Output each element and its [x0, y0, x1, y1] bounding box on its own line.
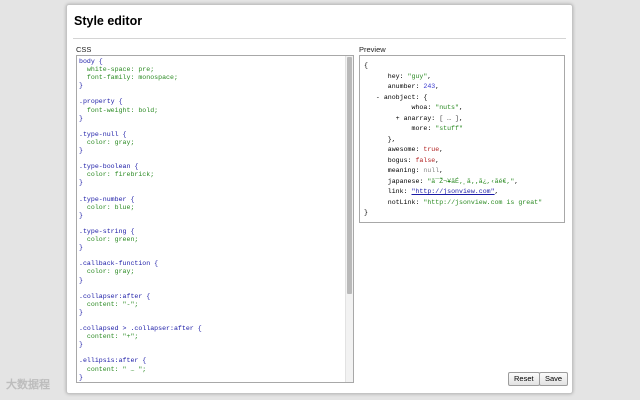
json-row-japanese: japanese: "ã¯Ž¬¥ãÉ‚¸ã‚‚ã¿,‹ãé€,", [387, 177, 519, 185]
string-value: "ã¯Ž¬¥ãÉ‚¸ã‚‚ã¿,‹ãé€," [427, 177, 515, 185]
css-code-line: } [79, 308, 83, 316]
property-key: awesome [387, 146, 416, 153]
null-value: null [423, 167, 440, 174]
css-code-line: .collapsed > .collapser:after { [79, 325, 202, 333]
link-value[interactable]: "http://jsonview.com" [412, 188, 495, 195]
reset-button[interactable]: Reset [508, 372, 540, 386]
json-close-brace: } [364, 209, 368, 216]
scrollbar-thumb[interactable] [347, 57, 352, 294]
css-code-line [79, 317, 345, 325]
css-label: CSS [76, 45, 92, 54]
css-code-line: .type-string { [79, 227, 135, 235]
css-code-line [79, 220, 345, 228]
json-row-anarray: + anarray: [ … ], [395, 114, 463, 122]
save-button[interactable]: Save [539, 372, 569, 386]
boolean-value: true [423, 146, 440, 153]
watermark-logo: 大数据程 [6, 379, 50, 391]
css-code-line: .type-null { [79, 130, 127, 138]
css-code-line: } [79, 276, 83, 284]
css-code-line: .type-number { [79, 195, 135, 203]
json-row-meaning: meaning: null, [387, 167, 444, 174]
collapser-plus[interactable]: + [396, 115, 400, 122]
style-editor-window: Style editor CSS Preview body { white-sp… [66, 4, 573, 394]
property-key: anumber [387, 83, 416, 90]
json-row-hey: hey: "guy", [387, 72, 432, 80]
json-row-anumber: anumber: 243, [387, 83, 440, 90]
css-code-line: .collapser:after { [79, 292, 151, 300]
css-code-line: } [79, 244, 83, 252]
property-key: anobject [383, 93, 416, 101]
title-divider [73, 38, 566, 39]
string-value: "http://jsonview.com is great" [423, 198, 543, 206]
css-code-line: } [79, 373, 83, 381]
css-code-line: .type-boolean { [79, 163, 139, 171]
css-code-line: font-family: monospace; [79, 74, 178, 82]
css-code-line: color: gray; [79, 268, 135, 276]
json-preview-content: { hey: "guy", anumber: 243, - anobject: … [364, 61, 542, 219]
css-code-line: color: green; [79, 236, 139, 244]
property-key: notLink [387, 198, 416, 206]
css-code-line: } [79, 179, 83, 187]
css-code-line: body { [79, 58, 103, 65]
css-code-line [79, 349, 345, 357]
css-code-line [79, 382, 345, 383]
css-code-line: color: firebrick; [79, 171, 155, 179]
string-value: "guy" [407, 72, 428, 80]
json-row-more: more: "stuff" [411, 125, 463, 132]
css-code-line: white-space: pre; [79, 66, 155, 74]
css-code-line: color: blue; [79, 203, 135, 211]
css-code-line [79, 123, 345, 131]
css-code-line: } [79, 341, 83, 349]
property-key: meaning [387, 167, 416, 174]
css-code-line: } [79, 82, 83, 90]
property-key: whoa [411, 104, 428, 111]
collapser-minus[interactable]: - [376, 94, 380, 101]
css-code-line: .ellipsis:after { [79, 357, 147, 365]
collapsed-array[interactable]: [ … ] [439, 115, 459, 122]
css-code-line [79, 285, 345, 293]
css-code-line: .property { [79, 98, 123, 106]
json-row-whoa: whoa: "nuts", [411, 104, 463, 111]
boolean-value: false [415, 156, 436, 164]
css-code-line: font-weight: bold; [79, 106, 159, 114]
json-row-link: link: "http://jsonview.com", [387, 188, 499, 195]
number-value: 243 [423, 83, 436, 90]
css-code-line [79, 90, 345, 98]
property-key: more [411, 125, 428, 132]
css-code-line: color: gray; [79, 138, 135, 146]
css-code[interactable]: body { white-space: pre; font-family: mo… [79, 58, 345, 383]
json-row-notlink: notLink: "http://jsonview.com is great" [387, 198, 543, 206]
css-code-line [79, 188, 345, 196]
json-object-close: }, [387, 135, 396, 143]
json-row-awesome: awesome: true, [387, 146, 444, 153]
css-code-line: content: "+"; [79, 333, 139, 341]
json-open-brace: { [364, 62, 368, 69]
property-key: hey [387, 72, 400, 80]
css-code-line: content: " … "; [79, 365, 147, 373]
css-code-line: .callback-function { [79, 260, 159, 268]
css-code-line: } [79, 114, 83, 122]
property-key: japanese [387, 177, 420, 185]
property-key: anarray [403, 114, 432, 122]
css-editor[interactable]: body { white-space: pre; font-family: mo… [76, 55, 354, 383]
css-code-line: } [79, 211, 83, 219]
json-preview: { hey: "guy", anumber: 243, - anobject: … [359, 55, 565, 223]
css-code-line [79, 155, 345, 163]
css-code-line: } [79, 147, 83, 155]
css-code-line: content: "-"; [79, 300, 139, 308]
json-row-bogus: bogus: false, [387, 156, 440, 164]
page-title: Style editor [74, 14, 143, 28]
css-code-line [79, 252, 345, 260]
preview-label: Preview [359, 45, 386, 54]
property-key: bogus [387, 156, 408, 164]
property-key: link [387, 188, 404, 195]
string-value: "nuts" [435, 104, 459, 111]
json-row-anobject: - anobject: { [375, 93, 428, 101]
css-scrollbar[interactable] [345, 56, 353, 382]
string-value: "stuff" [435, 125, 463, 132]
